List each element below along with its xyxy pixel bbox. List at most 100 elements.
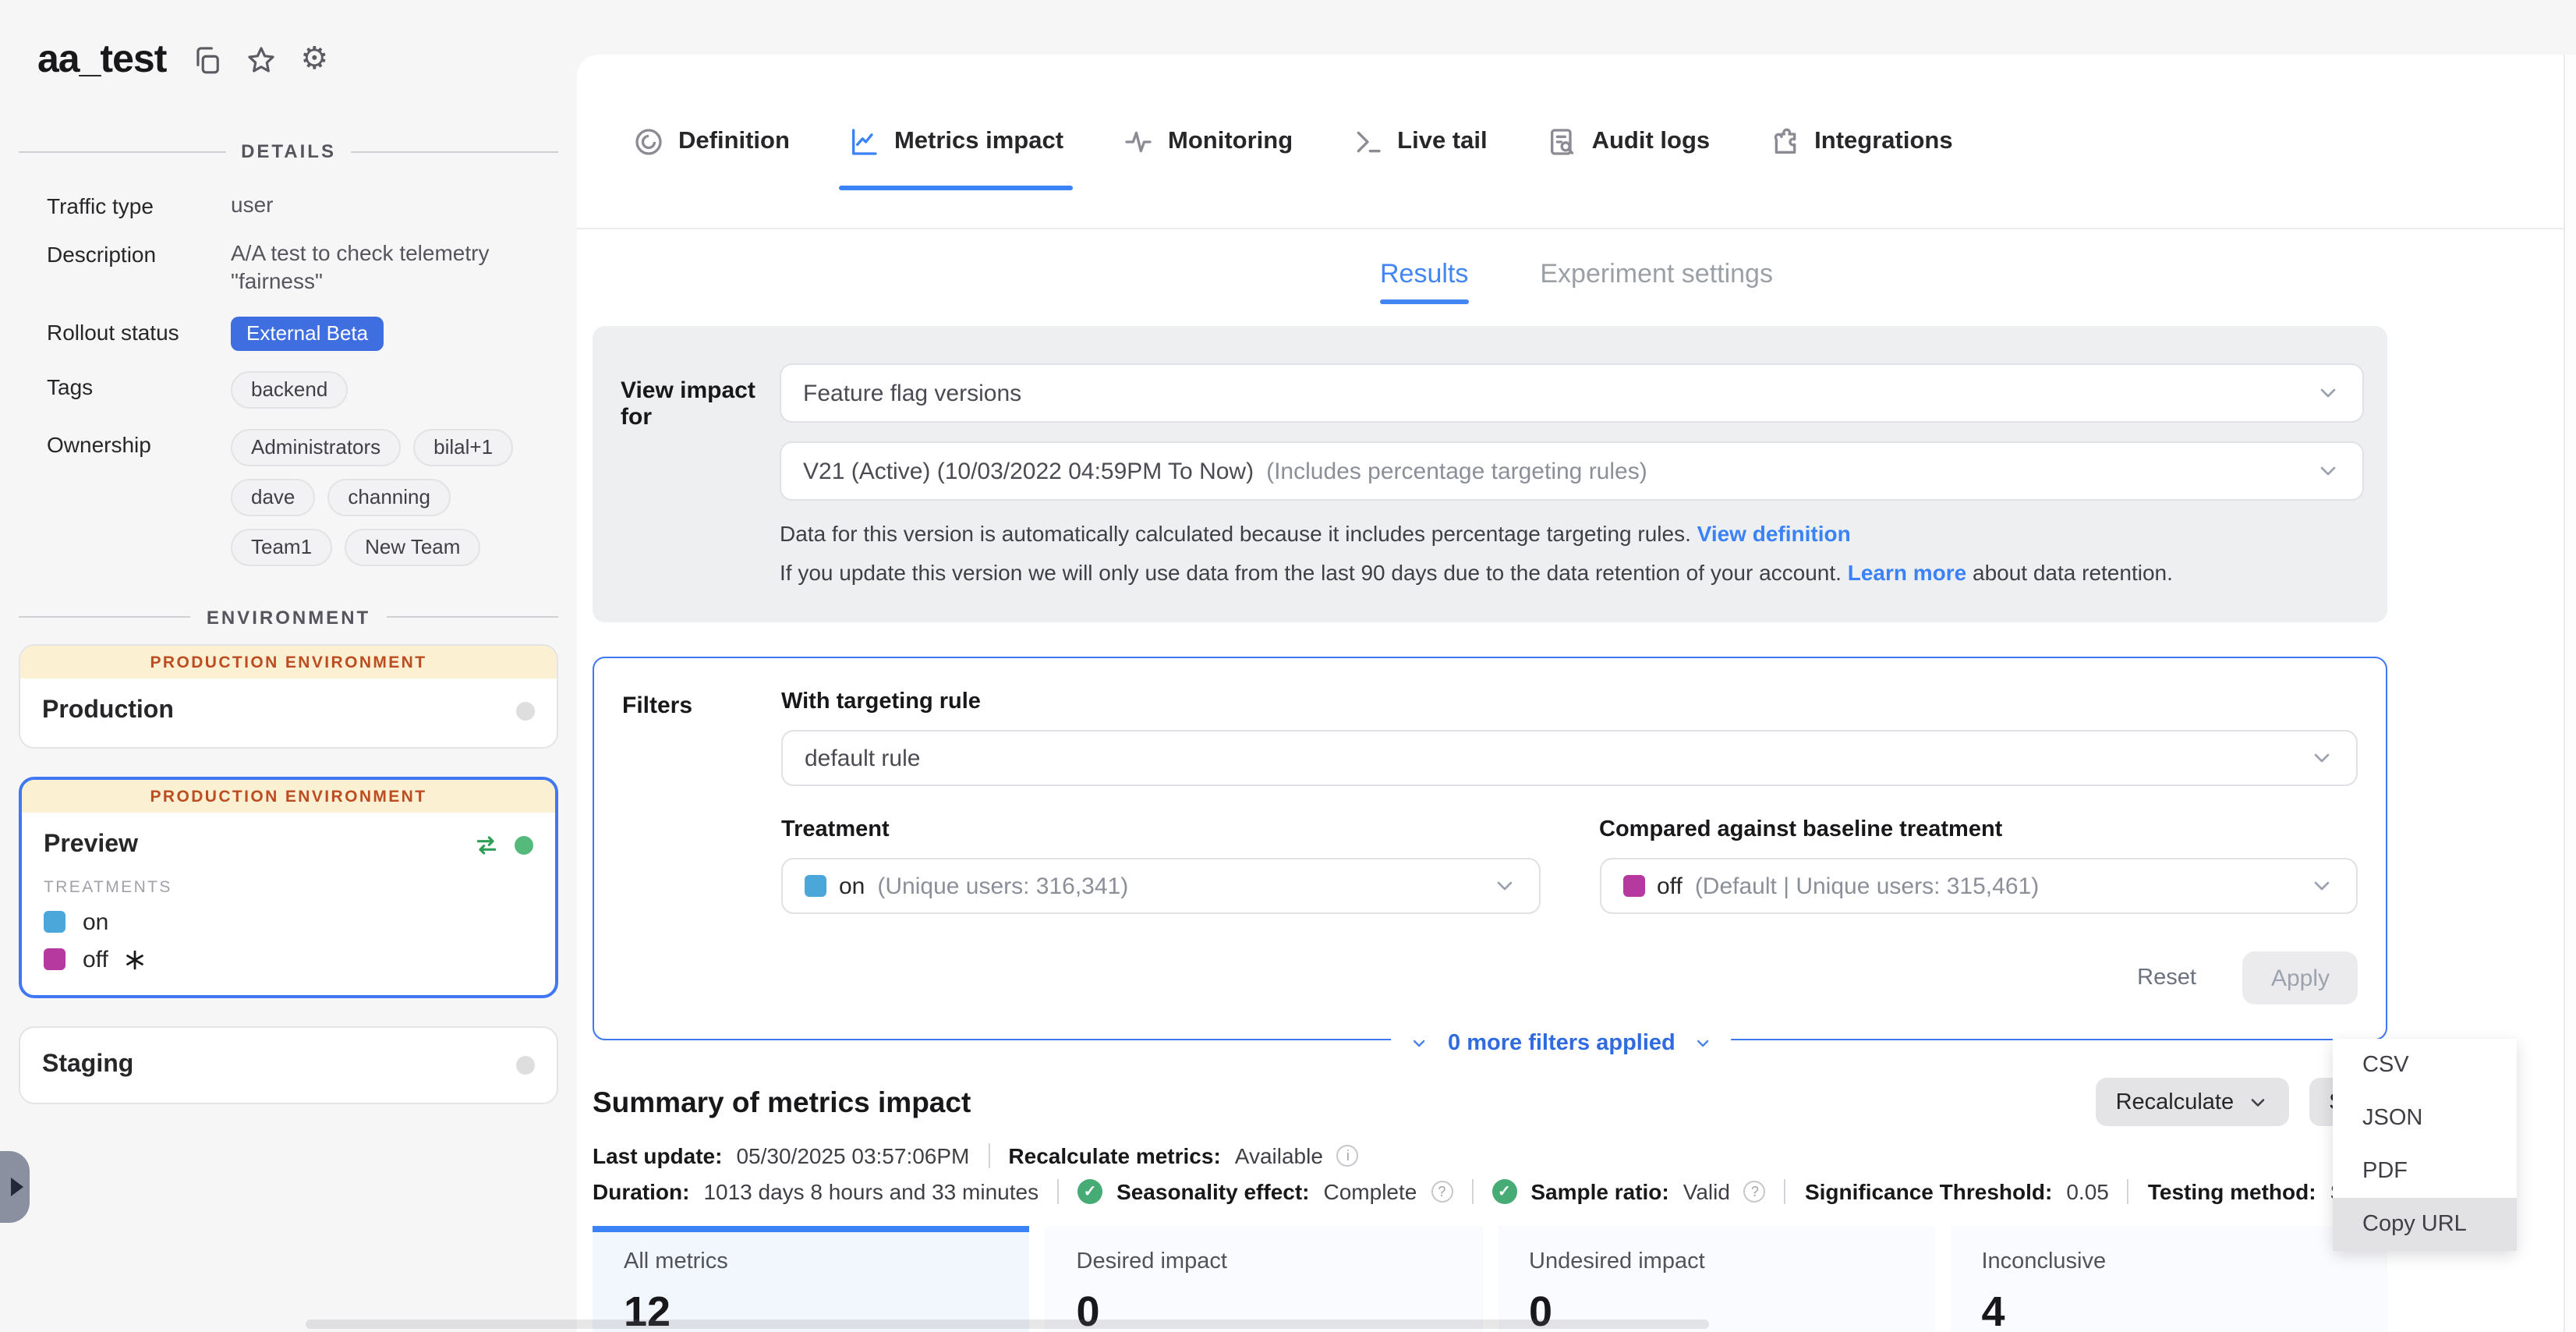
targeting-rule-dropdown[interactable]: default rule — [781, 730, 2358, 786]
chevron-down-icon — [2309, 873, 2334, 898]
treatment-off-swatch — [44, 948, 65, 970]
tab-label: Live tail — [1397, 127, 1487, 155]
tab-metrics-impact[interactable]: Metrics impact — [849, 55, 1063, 228]
definition-icon — [633, 126, 664, 157]
tab-live-tail[interactable]: Live tail — [1352, 55, 1487, 228]
version-info-text: Data for this version is automatically c… — [780, 521, 1691, 546]
significance-value: 0.05 — [2066, 1179, 2109, 1204]
card-desired-impact[interactable]: Desired impact 0 — [1046, 1226, 1483, 1332]
page-title: aa_test — [37, 37, 166, 83]
reset-button[interactable]: Reset — [2137, 965, 2196, 990]
treatment-off-swatch — [1622, 875, 1644, 897]
owner-chip[interactable]: bilal+1 — [413, 428, 513, 466]
owner-chip[interactable]: Administrators — [231, 428, 401, 466]
copy-icon[interactable] — [191, 45, 221, 75]
summary-meta-line2: Duration: 1013 days 8 hours and 33 minut… — [593, 1179, 2576, 1204]
menu-item-copy-url[interactable]: Copy URL — [2333, 1198, 2517, 1251]
chevron-down-icon — [2246, 1091, 2268, 1113]
question-icon[interactable]: ? — [1744, 1181, 1766, 1203]
description-label: Description — [47, 239, 221, 296]
treatment-detail: (Unique users: 316,341) — [877, 873, 1128, 899]
card-label: Desired impact — [1077, 1249, 1483, 1274]
traffic-type-value: user — [231, 190, 549, 218]
learn-more-link[interactable]: Learn more — [1848, 560, 1967, 585]
treatment-row-off: off — [44, 946, 533, 972]
sample-ratio-label: Sample ratio: — [1530, 1179, 1668, 1204]
sidebar-collapse-handle[interactable] — [0, 1151, 30, 1223]
treatment-dropdown[interactable]: on (Unique users: 316,341) — [781, 858, 1540, 914]
tab-monitoring[interactable]: Monitoring — [1123, 55, 1293, 228]
subtab-experiment-settings[interactable]: Experiment settings — [1540, 259, 1773, 290]
testing-method-label: Testing method: — [2148, 1179, 2316, 1204]
baseline-label: Compared against baseline treatment — [1599, 817, 2358, 842]
info-icon[interactable]: i — [1337, 1145, 1359, 1167]
owner-chip[interactable]: channing — [327, 478, 451, 515]
env-name-staging: Staging — [42, 1050, 133, 1079]
view-impact-label: View impact for — [593, 363, 780, 585]
chevron-right-icon — [10, 1178, 23, 1196]
swap-arrows-icon — [474, 832, 499, 857]
owner-chip[interactable]: Team1 — [231, 528, 332, 565]
treatment-label: Treatment — [781, 817, 1540, 842]
owner-chip[interactable]: dave — [231, 478, 315, 515]
horizontal-scrollbar-thumb[interactable] — [306, 1320, 1709, 1329]
duration-value: 1013 days 8 hours and 33 minutes — [703, 1179, 1039, 1204]
tags-label: Tags — [47, 370, 221, 408]
tag-chip[interactable]: backend — [231, 370, 348, 408]
version-dropdown[interactable]: V21 (Active) (10/03/2022 04:59PM To Now)… — [780, 441, 2364, 501]
details-divider: DETAILS — [19, 140, 558, 162]
env-name-preview: Preview — [44, 831, 138, 859]
question-icon[interactable]: ? — [1431, 1181, 1453, 1203]
baseline-dropdown[interactable]: off (Default | Unique users: 315,461) — [1599, 858, 2358, 914]
star-icon[interactable] — [246, 45, 275, 75]
terminal-icon — [1352, 126, 1383, 157]
owner-chip[interactable]: New Team — [345, 528, 480, 565]
tab-audit-logs[interactable]: Audit logs — [1547, 55, 1711, 228]
sample-ratio-value: Valid — [1683, 1179, 1730, 1204]
tab-label: Metrics impact — [894, 127, 1063, 155]
menu-item-json[interactable]: JSON — [2333, 1092, 2517, 1145]
metrics-impact-icon — [849, 126, 880, 157]
view-impact-panel: View impact for Feature flag versions V2… — [593, 326, 2387, 622]
version-value: V21 (Active) (10/03/2022 04:59PM To Now) — [803, 458, 1254, 484]
treatment-value: on — [839, 873, 865, 899]
menu-item-csv[interactable]: CSV — [2333, 1039, 2517, 1092]
env-status-dot-active — [515, 835, 533, 854]
recalculate-button[interactable]: Recalculate — [2096, 1078, 2289, 1126]
baseline-detail: (Default | Unique users: 315,461) — [1695, 873, 2039, 899]
environment-list: PRODUCTION ENVIRONMENT Production PRODUC… — [19, 643, 558, 1104]
targeting-rule-label: With targeting rule — [781, 689, 2358, 714]
tab-label: Definition — [678, 127, 790, 155]
menu-item-pdf[interactable]: PDF — [2333, 1145, 2517, 1198]
version-info-line: Data for this version is automatically c… — [780, 521, 2364, 546]
significance-label: Significance Threshold: — [1805, 1179, 2052, 1204]
card-undesired-impact[interactable]: Undesired impact 0 — [1498, 1226, 1935, 1332]
tab-label: Integrations — [1814, 127, 1952, 155]
apply-button[interactable]: Apply — [2243, 951, 2358, 1004]
env-status-dot — [516, 701, 535, 720]
treatments-label: TREATMENTS — [44, 877, 533, 896]
more-filters-toggle[interactable]: 0 more filters applied — [1392, 1031, 1732, 1056]
impact-scope-value: Feature flag versions — [803, 380, 1021, 406]
env-card-preview[interactable]: PRODUCTION ENVIRONMENT Preview TREATMENT… — [19, 776, 558, 997]
card-all-metrics[interactable]: All metrics 12 — [593, 1226, 1030, 1332]
subtab-results[interactable]: Results — [1380, 259, 1468, 290]
card-value: 4 — [1982, 1288, 2388, 1332]
card-inconclusive[interactable]: Inconclusive 4 — [1951, 1226, 2388, 1332]
treatment-on-swatch — [805, 875, 826, 897]
monitoring-icon — [1123, 126, 1154, 157]
subtabs: Results Experiment settings — [577, 229, 2576, 320]
vertical-scrollbar-track[interactable] — [2564, 55, 2576, 1332]
impact-scope-dropdown[interactable]: Feature flag versions — [780, 363, 2364, 423]
production-env-banner: PRODUCTION ENVIRONMENT — [22, 779, 555, 812]
env-card-production[interactable]: PRODUCTION ENVIRONMENT Production — [19, 643, 558, 748]
retention-info-suffix: about data retention. — [1973, 560, 2173, 585]
more-filters-label: 0 more filters applied — [1448, 1031, 1675, 1056]
tab-integrations[interactable]: Integrations — [1769, 55, 1952, 228]
version-note: (Includes percentage targeting rules) — [1266, 458, 1647, 484]
view-definition-link[interactable]: View definition — [1697, 521, 1851, 546]
gear-icon[interactable]: ⚙ — [300, 45, 330, 75]
environment-title: ENVIRONMENT — [207, 606, 370, 628]
env-card-staging[interactable]: Staging — [19, 1026, 558, 1104]
tab-definition[interactable]: Definition — [633, 55, 790, 228]
